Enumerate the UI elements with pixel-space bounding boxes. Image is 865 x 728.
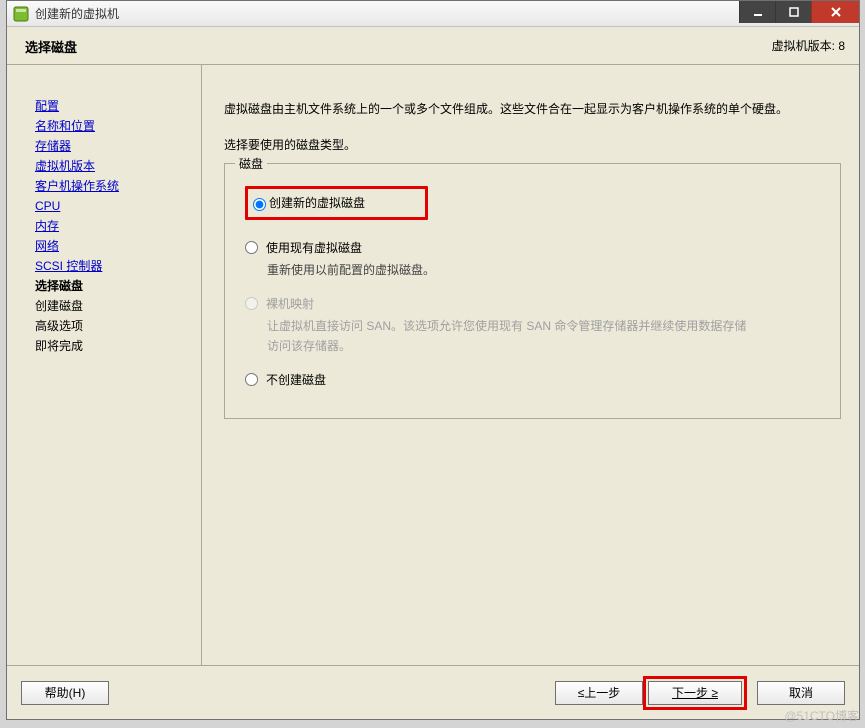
close-button[interactable] — [811, 1, 859, 23]
maximize-button[interactable] — [775, 1, 811, 23]
sidebar-item-scsi[interactable]: SCSI 控制器 — [35, 257, 193, 275]
intro-text-1: 虚拟磁盘由主机文件系统上的一个或多个文件组成。这些文件合在一起显示为客户机操作系… — [224, 99, 841, 119]
option-rdm: 裸机映射 — [245, 294, 826, 314]
option-none: 不创建磁盘 — [245, 370, 826, 390]
sidebar-item-network[interactable]: 网络 — [35, 237, 193, 255]
wizard-body: 配置 名称和位置 存储器 虚拟机版本 客户机操作系统 CPU 内存 网络 SCS… — [7, 65, 859, 665]
sidebar-item-cpu[interactable]: CPU — [35, 197, 193, 215]
content-area: 虚拟磁盘由主机文件系统上的一个或多个文件组成。这些文件合在一起显示为客户机操作系… — [202, 65, 859, 665]
sidebar-item-memory[interactable]: 内存 — [35, 217, 193, 235]
minimize-button[interactable] — [739, 1, 775, 23]
option-existing: 使用现有虚拟磁盘 — [245, 238, 826, 258]
radio-create-new[interactable] — [253, 198, 266, 211]
sidebar-item-vm-version[interactable]: 虚拟机版本 — [35, 157, 193, 175]
sidebar-item-select-disk[interactable]: 选择磁盘 — [35, 277, 193, 295]
window-title: 创建新的虚拟机 — [35, 5, 739, 22]
radio-rdm — [245, 297, 258, 310]
radio-rdm-label: 裸机映射 — [266, 294, 314, 314]
fieldset-legend: 磁盘 — [235, 154, 267, 174]
help-button[interactable]: 帮助(H) — [21, 681, 109, 705]
sidebar-item-guest-os[interactable]: 客户机操作系统 — [35, 177, 193, 195]
sidebar-item-storage[interactable]: 存储器 — [35, 137, 193, 155]
sidebar-item-create-disk: 创建磁盘 — [35, 297, 193, 315]
back-button[interactable]: ≤上一步 — [555, 681, 643, 705]
titlebar: 创建新的虚拟机 — [7, 1, 859, 27]
sidebar-item-name-location[interactable]: 名称和位置 — [35, 117, 193, 135]
page-title: 选择磁盘 — [25, 37, 77, 56]
sidebar-item-advanced: 高级选项 — [35, 317, 193, 335]
app-icon — [13, 6, 29, 22]
radio-create-new-label: 创建新的虚拟磁盘 — [269, 193, 365, 213]
radio-existing[interactable] — [245, 241, 258, 254]
radio-rdm-desc: 让虚拟机直接访问 SAN。该选项允许您使用现有 SAN 命令管理存储器并继续使用… — [267, 316, 747, 356]
radio-existing-label: 使用现有虚拟磁盘 — [266, 238, 362, 258]
next-button[interactable]: 下一步 ≥ — [648, 681, 742, 705]
vm-version-label: 虚拟机版本: 8 — [772, 37, 845, 54]
wizard-header: 选择磁盘 虚拟机版本: 8 — [7, 27, 859, 65]
option-create-new-highlight: 创建新的虚拟磁盘 — [245, 186, 428, 220]
next-button-highlight: 下一步 ≥ — [643, 676, 747, 710]
intro-text-2: 选择要使用的磁盘类型。 — [224, 135, 841, 155]
radio-none[interactable] — [245, 373, 258, 386]
wizard-window: 创建新的虚拟机 选择磁盘 虚拟机版本: 8 配置 名称和位置 存储器 虚拟机版本… — [6, 0, 860, 720]
sidebar: 配置 名称和位置 存储器 虚拟机版本 客户机操作系统 CPU 内存 网络 SCS… — [7, 65, 202, 665]
window-controls — [739, 1, 859, 26]
sidebar-item-finish: 即将完成 — [35, 337, 193, 355]
radio-none-label: 不创建磁盘 — [266, 370, 326, 390]
radio-existing-desc: 重新使用以前配置的虚拟磁盘。 — [267, 260, 826, 280]
sidebar-item-config[interactable]: 配置 — [35, 97, 193, 115]
wizard-footer: 帮助(H) ≤上一步 下一步 ≥ 取消 — [7, 665, 859, 719]
cancel-button[interactable]: 取消 — [757, 681, 845, 705]
disk-fieldset: 磁盘 创建新的虚拟磁盘 使用现有虚拟磁盘 重新使用以前配置的虚拟磁盘。 裸机映射 — [224, 163, 841, 419]
watermark: @51CTO博客 — [784, 707, 859, 724]
